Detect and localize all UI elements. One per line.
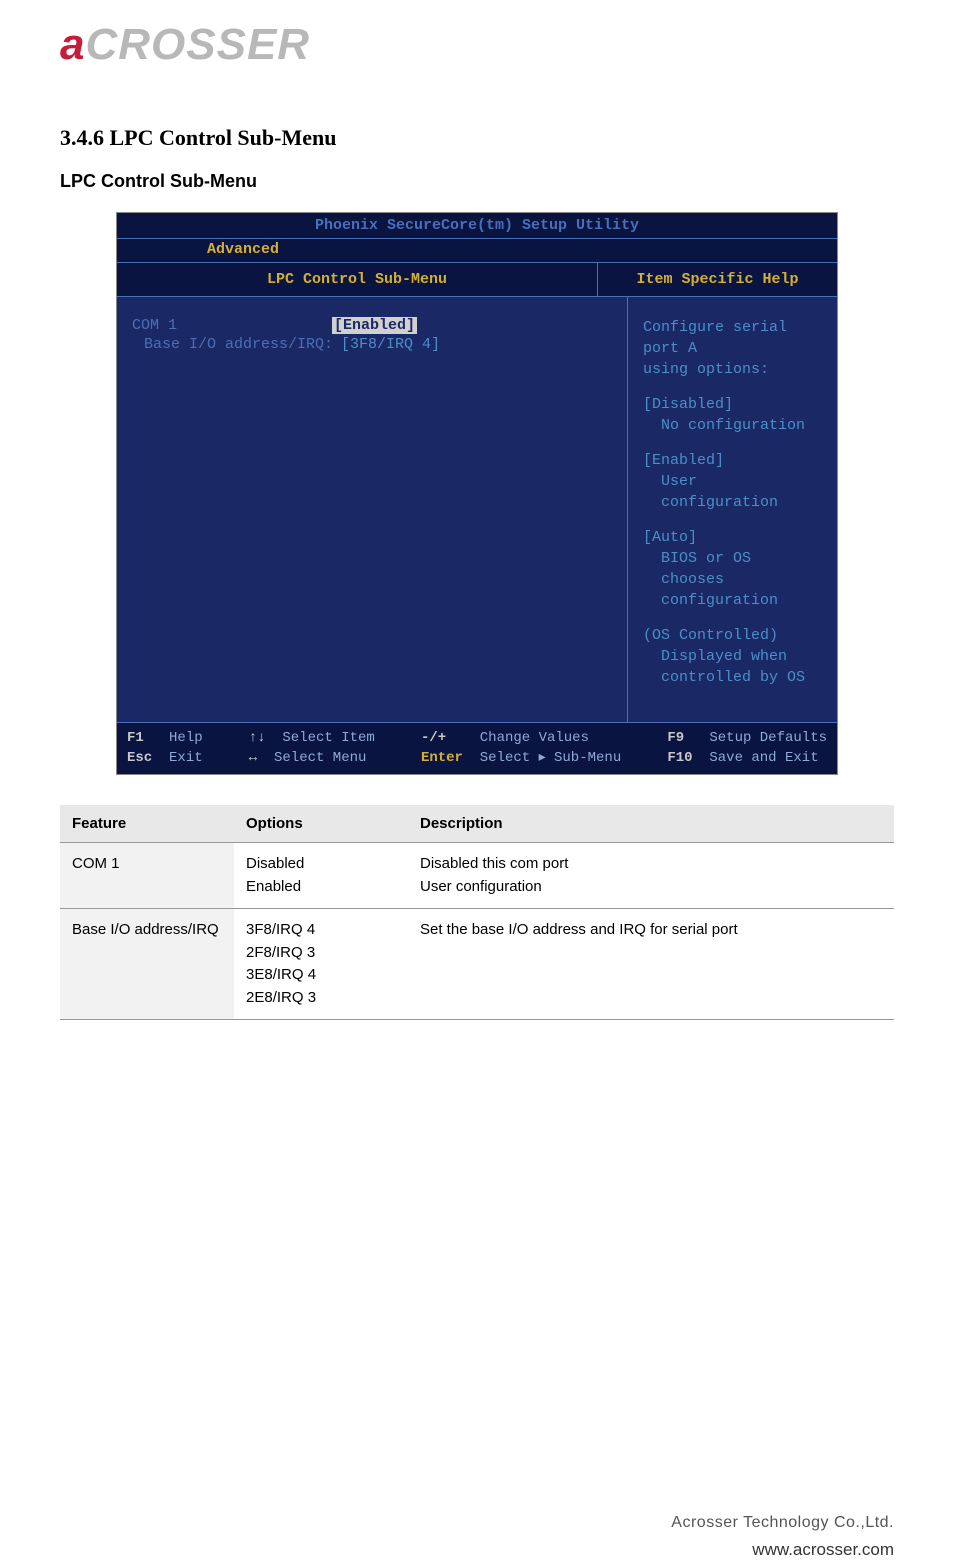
help-label: Help <box>169 730 203 746</box>
select-item-label: Select Item <box>282 730 374 746</box>
table-row: Base I/O address/IRQ 3F8/IRQ 4 2F8/IRQ 3… <box>60 909 894 1020</box>
bios-panel-header-row: LPC Control Sub-Menu Item Specific Help <box>117 263 837 297</box>
f10-key-label: F10 <box>667 750 692 766</box>
bios-help-line: using options: <box>643 359 822 380</box>
table-cell-feature: Base I/O address/IRQ <box>60 909 234 1020</box>
bios-tab-row: Advanced <box>117 239 837 263</box>
bios-footer-col: ↑↓ Select Item ↔ Select Menu <box>249 729 375 768</box>
bios-help-head: [Enabled] <box>643 450 822 471</box>
f1-key-label: F1 <box>127 730 144 746</box>
select-submenu-label: Select ▸ Sub-Menu <box>480 750 621 766</box>
bios-title-bar: Phoenix SecureCore(tm) Setup Utility <box>117 213 837 239</box>
bios-option-row: Base I/O address/IRQ: [3F8/IRQ 4] <box>132 336 612 353</box>
bios-active-tab: Advanced <box>207 241 279 258</box>
updown-key-label: ↑↓ <box>249 730 266 746</box>
bios-left-panel-title: LPC Control Sub-Menu <box>117 263 597 296</box>
table-header-row: Feature Options Description <box>60 805 894 843</box>
bios-help-block: (OS Controlled) Displayed when controlle… <box>643 625 822 688</box>
table-header-options: Options <box>234 805 408 843</box>
config-table: Feature Options Description COM 1 Disabl… <box>60 805 894 1020</box>
exit-label: Exit <box>169 750 203 766</box>
logo-rest-text: CROSSER <box>85 20 310 69</box>
enter-key-label: Enter <box>421 750 463 766</box>
bios-right-panel-title: Item Specific Help <box>598 263 837 296</box>
change-values-label: Change Values <box>480 730 589 746</box>
bios-body: COM 1 [Enabled] Base I/O address/IRQ: [3… <box>117 297 837 722</box>
table-header-feature: Feature <box>60 805 234 843</box>
bios-footer-col: F9 Setup Defaults F10 Save and Exit <box>667 729 827 768</box>
company-logo: aCROSSER <box>60 20 340 85</box>
bios-screenshot: Phoenix SecureCore(tm) Setup Utility Adv… <box>116 212 838 775</box>
bios-help-block: [Enabled] User configuration <box>643 450 822 513</box>
plusminus-key-label: -/+ <box>421 730 446 746</box>
table-cell-description: Set the base I/O address and IRQ for ser… <box>408 909 894 1020</box>
table-cell-description: Disabled this com port User configuratio… <box>408 843 894 909</box>
select-menu-label: Select Menu <box>274 750 366 766</box>
bios-help-body: controlled by OS <box>643 667 822 688</box>
bios-help-body: BIOS or OS chooses <box>643 548 822 590</box>
bios-options-panel: COM 1 [Enabled] Base I/O address/IRQ: [3… <box>117 297 628 722</box>
page-footer: Acrosser Technology Co.,Ltd. www.acrosse… <box>0 1510 954 1563</box>
bios-option-label: COM 1 <box>132 317 332 334</box>
bios-help-line: Configure serial port A <box>643 317 822 359</box>
f9-key-label: F9 <box>667 730 684 746</box>
bios-option-row: COM 1 [Enabled] <box>132 317 612 334</box>
setup-defaults-label: Setup Defaults <box>709 730 827 746</box>
leftright-key-label: ↔ <box>249 750 257 766</box>
esc-key-label: Esc <box>127 750 152 766</box>
logo-first-letter: a <box>60 20 85 69</box>
table-header-description: Description <box>408 805 894 843</box>
bios-help-intro: Configure serial port A using options: <box>643 317 822 380</box>
footer-url: www.acrosser.com <box>0 1536 894 1563</box>
bios-help-panel: Configure serial port A using options: [… <box>628 297 837 722</box>
bios-help-block: [Auto] BIOS or OS chooses configuration <box>643 527 822 611</box>
bios-help-head: [Disabled] <box>643 394 822 415</box>
bios-help-body: No configuration <box>643 415 822 436</box>
table-row: COM 1 Disabled Enabled Disabled this com… <box>60 843 894 909</box>
bios-help-block: [Disabled] No configuration <box>643 394 822 436</box>
bios-footer-col: F1 Help Esc Exit <box>127 729 203 768</box>
bios-help-body: User configuration <box>643 471 822 513</box>
bios-option-value: [3F8/IRQ 4] <box>341 336 440 353</box>
bios-footer: F1 Help Esc Exit ↑↓ Select Item ↔ Select… <box>117 722 837 774</box>
bios-option-label: Base I/O address/IRQ: <box>132 336 341 353</box>
bios-footer-col: -/+ Change Values Enter Select ▸ Sub-Men… <box>421 729 621 768</box>
subsection-title: LPC Control Sub-Menu <box>60 171 894 192</box>
save-exit-label: Save and Exit <box>709 750 818 766</box>
bios-option-value-selected: [Enabled] <box>332 317 417 334</box>
table-cell-options: 3F8/IRQ 4 2F8/IRQ 3 3E8/IRQ 4 2E8/IRQ 3 <box>234 909 408 1020</box>
bios-help-body: Displayed when <box>643 646 822 667</box>
table-cell-options: Disabled Enabled <box>234 843 408 909</box>
bios-help-head: (OS Controlled) <box>643 625 822 646</box>
bios-help-head: [Auto] <box>643 527 822 548</box>
footer-company: Acrosser Technology Co.,Ltd. <box>0 1510 894 1536</box>
bios-help-body: configuration <box>643 590 822 611</box>
section-title: 3.4.6 LPC Control Sub-Menu <box>60 125 894 151</box>
table-cell-feature: COM 1 <box>60 843 234 909</box>
